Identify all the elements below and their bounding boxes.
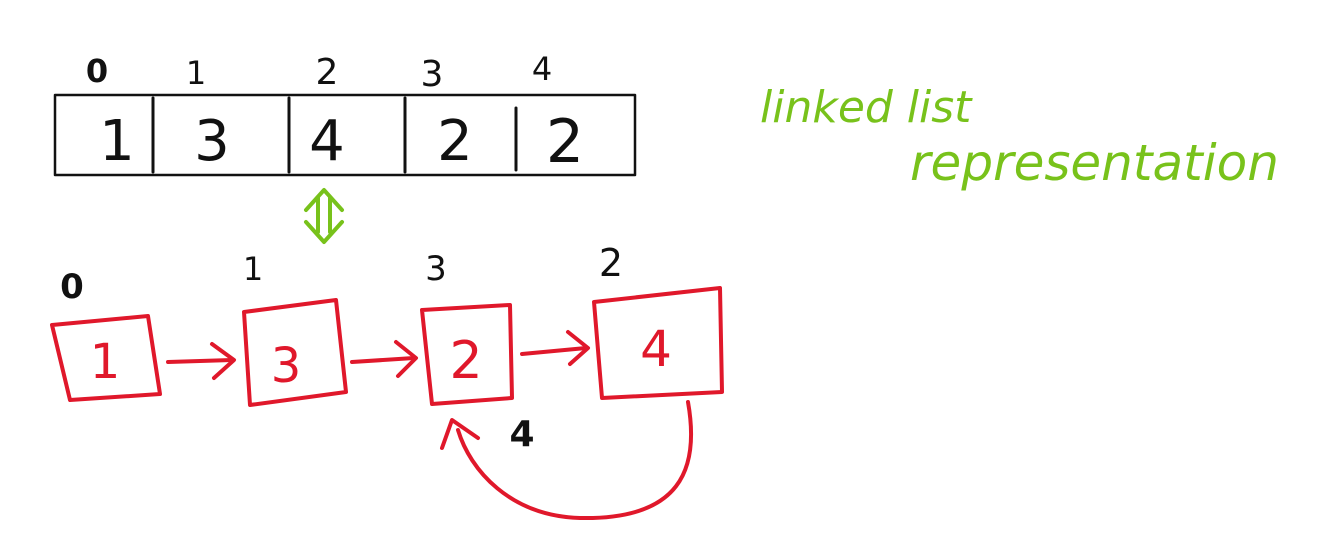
note-line-1: linked list: [760, 82, 973, 133]
linked-list-diagram: 0 1 3 2 1 3 2 4 4: [50, 241, 724, 521]
array-index-label: 4: [532, 50, 552, 88]
node-index-label: 3: [425, 249, 447, 289]
array-cell-value: 3: [194, 109, 230, 174]
array-index-label: 0: [86, 52, 108, 90]
next-arrow: [520, 330, 590, 366]
cycle-edge-label: 4: [509, 414, 534, 455]
node-value: 4: [640, 320, 672, 378]
list-node: 4: [592, 286, 724, 400]
cycle-arrow: [440, 400, 693, 521]
array-cell-value: 2: [546, 107, 584, 177]
array-index-label: 3: [421, 54, 444, 95]
node-index-label: 1: [243, 250, 263, 288]
list-node: 3: [242, 298, 348, 407]
array-cell-value: 1: [99, 109, 135, 174]
list-node: 2: [420, 303, 514, 406]
sketch-canvas: 0 1 2 3 4 1 3 4 2 2 linked list represen…: [50, 50, 1279, 521]
array-index-label: 1: [186, 54, 206, 92]
list-node: 1: [50, 314, 162, 402]
node-index-label: 0: [60, 267, 84, 307]
double-arrow-icon: [304, 188, 344, 244]
next-arrow: [166, 342, 236, 380]
node-index-label: 2: [599, 241, 623, 285]
array-cell-value: 4: [309, 109, 345, 174]
next-arrow: [350, 340, 418, 378]
node-value: 3: [271, 338, 302, 394]
array-cell-value: 2: [437, 109, 473, 174]
node-value: 2: [449, 331, 482, 391]
node-value: 1: [90, 334, 121, 390]
note: linked list representation: [760, 82, 1279, 192]
array-diagram: 0 1 2 3 4 1 3 4 2 2: [53, 50, 637, 177]
note-line-2: representation: [910, 134, 1279, 192]
array-index-label: 2: [316, 52, 339, 93]
